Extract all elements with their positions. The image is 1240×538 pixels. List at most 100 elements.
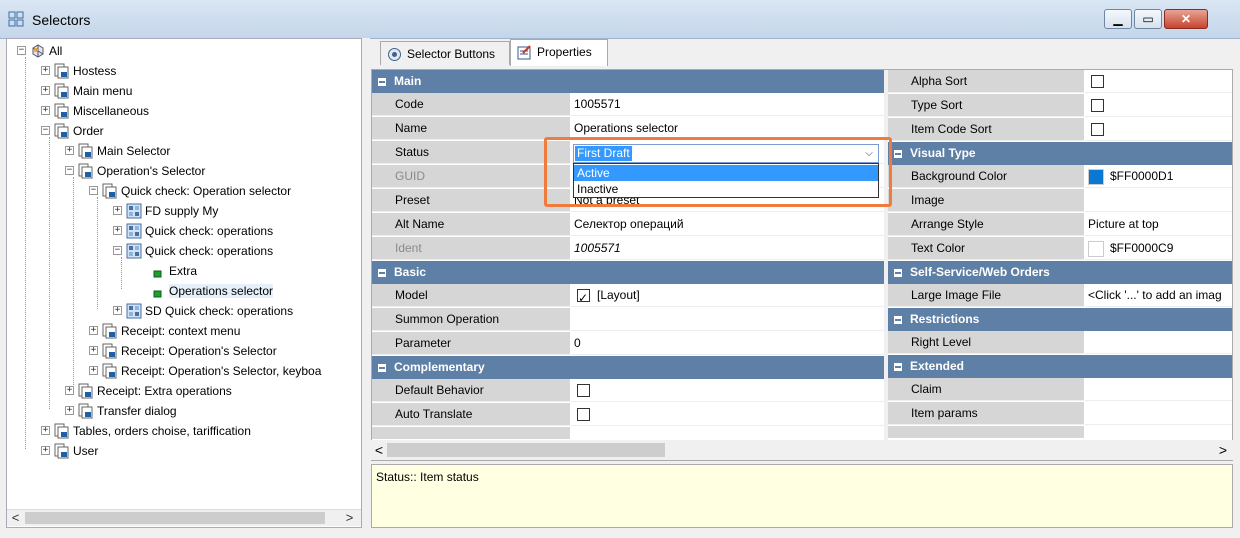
expand-icon[interactable]: +: [41, 106, 50, 116]
tree-item[interactable]: + Receipt: context menu: [89, 320, 240, 340]
category-extended[interactable]: Extended: [888, 355, 1232, 378]
maximize-button[interactable]: ▭: [1134, 9, 1162, 29]
tree-item[interactable]: − Operation's Selector: [65, 160, 205, 180]
property-row-ident[interactable]: Ident 1005571: [372, 237, 884, 261]
property-value[interactable]: $FF0000D1: [1085, 165, 1232, 188]
selector-tree[interactable]: < > − All + Hostess + Main menu + Miscellaneous…: [6, 38, 362, 528]
property-row-large-image-file[interactable]: Large Image File <Click '...' to add an …: [888, 284, 1232, 308]
property-row-item-params[interactable]: Item params: [888, 402, 1232, 426]
property-value[interactable]: 0: [571, 332, 884, 355]
tree-horizontal-scrollbar[interactable]: < >: [7, 509, 361, 526]
property-row-summon-operation[interactable]: Summon Operation: [372, 308, 884, 332]
property-row-code[interactable]: Code 1005571: [372, 93, 884, 117]
expand-icon[interactable]: +: [41, 86, 50, 96]
property-value[interactable]: [1085, 378, 1232, 401]
collapse-icon[interactable]: −: [113, 246, 122, 256]
property-row-auto-translate[interactable]: Auto Translate: [372, 403, 884, 427]
property-row-right-level[interactable]: Right Level: [888, 331, 1232, 355]
property-value[interactable]: [1085, 118, 1232, 141]
property-row-alt-name[interactable]: Alt Name Селектор операций: [372, 213, 884, 237]
splitter[interactable]: [362, 38, 370, 528]
property-row-type-sort[interactable]: Type Sort: [888, 94, 1232, 118]
property-value[interactable]: [1085, 70, 1232, 93]
expand-icon[interactable]: +: [65, 386, 74, 396]
scroll-thumb[interactable]: [387, 443, 665, 457]
expand-icon[interactable]: +: [113, 206, 122, 216]
property-value[interactable]: [1085, 331, 1232, 354]
tree-item[interactable]: + Receipt: Operation's Selector, keyboa: [89, 360, 321, 380]
default-behavior-checkbox[interactable]: [577, 384, 590, 398]
property-row-arrange-style[interactable]: Arrange Style Picture at top: [888, 213, 1232, 237]
grid-horizontal-scrollbar[interactable]: < >: [371, 440, 1233, 460]
model-checkbox[interactable]: [577, 287, 590, 306]
tree-item[interactable]: + Miscellaneous: [41, 100, 149, 120]
tree-item[interactable]: + FD supply My: [113, 200, 218, 220]
expand-icon[interactable]: +: [65, 406, 74, 416]
property-row-alpha-sort[interactable]: Alpha Sort: [888, 70, 1232, 94]
property-row-text-color[interactable]: Text Color $FF0000C9: [888, 237, 1232, 261]
property-grid[interactable]: Main Code 1005571 Name Operations select…: [371, 69, 1233, 461]
expand-icon[interactable]: +: [41, 66, 50, 76]
tree-item[interactable]: + Transfer dialog: [65, 400, 177, 420]
property-row-model[interactable]: Model [Layout]: [372, 284, 884, 308]
scroll-right-icon[interactable]: >: [341, 510, 358, 526]
collapse-icon[interactable]: −: [41, 126, 50, 136]
scroll-right-icon[interactable]: >: [1215, 442, 1231, 458]
tree-item[interactable]: − Order: [41, 120, 104, 140]
tree-item[interactable]: − Quick check: Operation selector: [89, 180, 291, 200]
category-basic[interactable]: Basic: [372, 261, 884, 284]
tree-item[interactable]: − All: [17, 40, 62, 60]
tree-item[interactable]: Extra: [137, 260, 197, 280]
property-row-image[interactable]: Image: [888, 189, 1232, 213]
tree-item[interactable]: + Tables, orders choise, tariffication: [41, 420, 251, 440]
tree-item[interactable]: − Quick check: operations: [113, 240, 273, 260]
tree-item[interactable]: + Main Selector: [65, 140, 170, 160]
expand-icon[interactable]: +: [65, 146, 74, 156]
property-row-item-code-sort[interactable]: Item Code Sort: [888, 118, 1232, 142]
tree-item[interactable]: + SD Quick check: operations: [113, 300, 293, 320]
category-self-service[interactable]: Self-Service/Web Orders: [888, 261, 1232, 284]
expand-icon[interactable]: +: [89, 326, 98, 336]
property-value[interactable]: [1085, 189, 1232, 212]
collapse-icon[interactable]: −: [89, 186, 98, 196]
category-main[interactable]: Main: [372, 70, 884, 93]
expand-icon[interactable]: +: [89, 366, 98, 376]
scroll-left-icon[interactable]: <: [7, 510, 24, 526]
property-row-claim[interactable]: Claim: [888, 378, 1232, 402]
category-complementary[interactable]: Complementary: [372, 356, 884, 379]
scroll-left-icon[interactable]: <: [371, 442, 387, 458]
tab-properties[interactable]: Properties: [510, 39, 608, 66]
tree-item[interactable]: Operations selector: [137, 280, 274, 300]
tree-item[interactable]: + Receipt: Operation's Selector: [89, 340, 277, 360]
property-value[interactable]: <Click '...' to add an imag: [1085, 284, 1232, 307]
expand-icon[interactable]: +: [41, 426, 50, 436]
property-value[interactable]: 1005571: [571, 93, 884, 116]
property-row-background-color[interactable]: Background Color $FF0000D1: [888, 165, 1232, 189]
property-value[interactable]: [571, 308, 884, 331]
expand-icon[interactable]: +: [113, 306, 122, 316]
tree-item[interactable]: + User: [41, 440, 98, 460]
tree-item[interactable]: + Quick check: operations: [113, 220, 273, 240]
collapse-icon[interactable]: −: [17, 46, 26, 56]
property-value[interactable]: $FF0000C9: [1085, 237, 1232, 260]
property-value[interactable]: [Layout]: [571, 284, 884, 307]
property-value[interactable]: [1085, 402, 1232, 425]
expand-icon[interactable]: +: [89, 346, 98, 356]
collapse-icon[interactable]: −: [65, 166, 74, 176]
tree-item[interactable]: + Receipt: Extra operations: [65, 380, 232, 400]
category-restrictions[interactable]: Restrictions: [888, 308, 1232, 331]
property-row-parameter[interactable]: Parameter 0: [372, 332, 884, 356]
category-visual-type[interactable]: Visual Type: [888, 142, 1232, 165]
property-value[interactable]: Picture at top: [1085, 213, 1232, 236]
property-value[interactable]: [1085, 94, 1232, 117]
property-row-default-behavior[interactable]: Default Behavior: [372, 379, 884, 403]
tab-selector-buttons[interactable]: Selector Buttons: [380, 41, 510, 65]
expand-icon[interactable]: +: [113, 226, 122, 236]
alpha-sort-checkbox[interactable]: [1091, 75, 1104, 89]
property-value[interactable]: [571, 403, 884, 426]
property-value[interactable]: Селектор операций: [571, 213, 884, 236]
item-code-sort-checkbox[interactable]: [1091, 123, 1104, 137]
auto-translate-checkbox[interactable]: [577, 408, 590, 422]
tree-item[interactable]: + Hostess: [41, 60, 116, 80]
type-sort-checkbox[interactable]: [1091, 99, 1104, 113]
